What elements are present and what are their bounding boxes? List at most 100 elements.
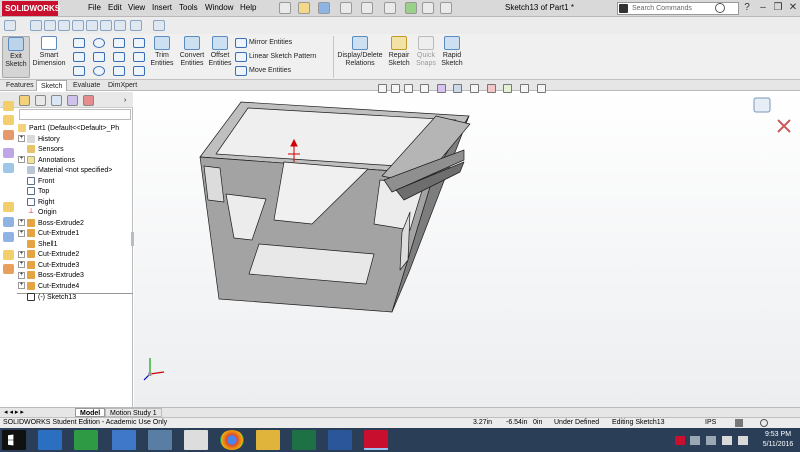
- menu-edit[interactable]: Edit: [108, 3, 122, 12]
- expand-icon[interactable]: +: [18, 135, 25, 143]
- tree-item-front-plane[interactable]: Front: [18, 176, 54, 188]
- tray-icon[interactable]: [675, 436, 685, 445]
- tab-motion-study-1[interactable]: Motion Study 1: [105, 408, 162, 417]
- tab-evaluate[interactable]: Evaluate: [69, 80, 104, 91]
- expand-icon[interactable]: +: [18, 271, 25, 279]
- strip-icon[interactable]: [3, 217, 14, 227]
- strip-icon[interactable]: [3, 202, 14, 212]
- property-manager-tab-icon[interactable]: [35, 95, 46, 106]
- exit-sketch-button[interactable]: Exit Sketch: [2, 36, 30, 78]
- strip-icon[interactable]: [3, 264, 14, 274]
- status-arrow-icon[interactable]: [735, 419, 743, 427]
- grid-icon[interactable]: [130, 20, 142, 31]
- zoom-to-fit-icon[interactable]: [378, 84, 387, 93]
- select-icon[interactable]: [384, 2, 396, 14]
- dimxpert-manager-tab-icon[interactable]: [67, 95, 78, 106]
- convert-entities-button[interactable]: Convert Entities: [177, 36, 207, 78]
- unit-system[interactable]: IPS: [705, 417, 716, 428]
- linear-sketch-pattern-button[interactable]: Linear Sketch Pattern: [249, 53, 316, 60]
- start-icon[interactable]: [2, 430, 26, 450]
- tree-root[interactable]: Part1 (Default<<Default>_Ph: [18, 124, 119, 135]
- tree-item-top-plane[interactable]: Top: [18, 187, 49, 198]
- offset-entities-button[interactable]: Offset Entities: [207, 36, 233, 78]
- maximize-icon[interactable]: ❐: [770, 1, 786, 15]
- configuration-manager-tab-icon[interactable]: [51, 95, 62, 106]
- cube-view-icon[interactable]: [72, 20, 84, 31]
- store-icon[interactable]: [74, 430, 98, 450]
- expand-icon[interactable]: +: [18, 219, 25, 227]
- centerline-icon[interactable]: [133, 38, 145, 48]
- zoom-to-area-icon[interactable]: [391, 84, 400, 93]
- rapid-sketch-button[interactable]: Rapid Sketch: [440, 36, 464, 78]
- tab-dimxpert[interactable]: DimXpert: [104, 80, 141, 91]
- feature-manager-tab-icon[interactable]: [19, 95, 30, 106]
- solidworks-taskbar-icon[interactable]: [364, 430, 388, 450]
- edit-appearance-icon[interactable]: [487, 84, 496, 93]
- strip-icon[interactable]: [3, 232, 14, 242]
- volume-icon[interactable]: [738, 436, 748, 445]
- move-entities-button[interactable]: Move Entities: [249, 67, 291, 74]
- word-icon[interactable]: [328, 430, 352, 450]
- trim-entities-button[interactable]: Trim Entities: [148, 36, 176, 78]
- rectangle-icon[interactable]: [73, 52, 85, 62]
- undo-icon[interactable]: [361, 2, 373, 14]
- smart-dimension-button[interactable]: Smart Dimension: [32, 36, 66, 78]
- cube-view-icon[interactable]: [44, 20, 56, 31]
- strip-icon[interactable]: [3, 101, 14, 111]
- tree-item-boss-extrude2[interactable]: + Boss-Extrude2: [18, 218, 84, 230]
- tree-item-boss-extrude3[interactable]: + Boss-Extrude3: [18, 271, 84, 282]
- tab-scroll-arrows[interactable]: ◂ ◂ ▸ ▸: [4, 408, 24, 416]
- expand-icon[interactable]: +: [18, 156, 25, 164]
- expand-icon[interactable]: +: [18, 229, 25, 237]
- cube-view-icon[interactable]: [114, 20, 126, 31]
- strip-icon[interactable]: [3, 163, 14, 173]
- tree-item-shell1[interactable]: Shell1: [18, 239, 57, 251]
- file-properties-icon[interactable]: [422, 2, 434, 14]
- rebuild-icon[interactable]: [405, 2, 417, 14]
- tree-item-right-plane[interactable]: Right: [18, 197, 54, 209]
- options-icon[interactable]: [440, 2, 452, 14]
- menu-file[interactable]: File: [88, 3, 101, 12]
- text-icon[interactable]: [133, 52, 145, 62]
- menu-tools[interactable]: Tools: [179, 3, 198, 12]
- tree-item-cut-extrude1[interactable]: + Cut-Extrude1: [18, 229, 79, 240]
- section-view-icon[interactable]: [420, 84, 429, 93]
- tree-item-origin[interactable]: ⊥ Origin: [18, 208, 57, 219]
- point-icon[interactable]: [133, 66, 145, 76]
- line-icon[interactable]: [73, 38, 85, 48]
- view-settings-icon[interactable]: [520, 84, 529, 93]
- chrome-icon[interactable]: [220, 430, 244, 450]
- tree-item-cut-extrude3[interactable]: + Cut-Extrude3: [18, 260, 79, 272]
- solidworks-logo[interactable]: SOLIDWORKS: [2, 1, 60, 16]
- display-manager-tab-icon[interactable]: [83, 95, 94, 106]
- tab-sketch[interactable]: Sketch: [36, 80, 68, 91]
- minimize-icon[interactable]: –: [755, 1, 771, 15]
- save-icon[interactable]: [318, 2, 330, 14]
- hide-show-items-icon[interactable]: [470, 84, 479, 93]
- previous-view-icon[interactable]: [404, 84, 413, 93]
- spline-icon[interactable]: [113, 52, 125, 62]
- menu-insert[interactable]: Insert: [152, 3, 172, 12]
- fillet-icon[interactable]: [113, 66, 125, 76]
- tree-item-sketch13[interactable]: (-) Sketch13: [18, 293, 76, 304]
- menu-window[interactable]: Window: [205, 3, 233, 12]
- expand-icon[interactable]: +: [18, 261, 25, 269]
- tree-item-cut-extrude4[interactable]: + Cut-Extrude4: [18, 281, 79, 293]
- file-explorer-icon[interactable]: [38, 430, 62, 450]
- display-pane-icon[interactable]: [537, 84, 546, 93]
- tray-icon[interactable]: [706, 436, 716, 445]
- panel-expand-icon[interactable]: ›: [124, 97, 126, 104]
- tree-item-material[interactable]: Material <not specified>: [18, 166, 112, 177]
- open-folder-icon[interactable]: [298, 2, 310, 14]
- menu-help[interactable]: Help: [240, 3, 256, 12]
- circle-icon[interactable]: [93, 38, 105, 48]
- help-icon[interactable]: ?: [739, 1, 755, 15]
- strip-icon[interactable]: [3, 148, 14, 158]
- tree-item-history[interactable]: + History: [18, 134, 60, 146]
- confirmation-corner-icon[interactable]: [4, 20, 16, 31]
- expand-icon[interactable]: +: [18, 250, 25, 258]
- quick-snaps-button[interactable]: Quick Snaps: [414, 36, 438, 78]
- slot-icon[interactable]: [73, 66, 85, 76]
- polygon-icon[interactable]: [93, 52, 105, 62]
- cube-view-icon[interactable]: [30, 20, 42, 31]
